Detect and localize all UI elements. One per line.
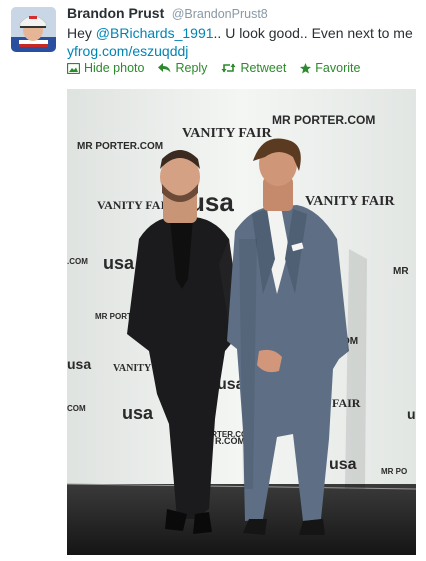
backdrop-logo: VANITY FAIR [97, 198, 174, 212]
user-handle[interactable]: @BrandonPrust8 [172, 7, 268, 21]
hide-photo-label: Hide photo [84, 61, 145, 75]
photo-icon [67, 62, 80, 74]
tweet-text: Hey @BRichards_1991.. U look good.. Even… [67, 24, 417, 60]
backdrop-logo: MR PORTER.COM [272, 113, 375, 127]
backdrop-logo: usa [103, 253, 135, 273]
photo-scene: MR PORTER.COM VANITY FAIR MR PORTER.COM … [67, 89, 416, 555]
avatar[interactable] [11, 7, 56, 52]
avatar-image [11, 7, 56, 52]
favorite-label: Favorite [315, 61, 361, 75]
backdrop-logo: VANITY FAIR [305, 194, 395, 209]
photo-url-link[interactable]: yfrog.com/eszuqddj [67, 43, 188, 59]
tweet-header: Brandon Prust @BrandonPrust8 [67, 5, 268, 23]
reply-label: Reply [175, 61, 208, 75]
backdrop-logo: usa [407, 406, 416, 422]
backdrop-logo: VANITY [113, 363, 152, 374]
retweet-icon [221, 63, 236, 73]
backdrop-logo: MR PO [381, 467, 407, 476]
backdrop-logo: COM [67, 404, 86, 413]
reply-icon [158, 63, 171, 73]
backdrop-logo: usa [67, 356, 91, 372]
mention-link[interactable]: @BRichards_1991 [96, 25, 214, 41]
star-icon [300, 62, 312, 74]
tweet-photo[interactable]: MR PORTER.COM VANITY FAIR MR PORTER.COM … [67, 89, 416, 555]
backdrop-logo: VANITY FAIR [182, 126, 272, 141]
favorite-button[interactable]: Favorite [300, 61, 360, 75]
backdrop-logo: MR [393, 266, 409, 277]
user-display-name[interactable]: Brandon Prust [67, 5, 164, 21]
retweet-button[interactable]: Retweet [221, 61, 286, 75]
reply-button[interactable]: Reply [158, 61, 207, 75]
backdrop-logo: usa [122, 403, 154, 423]
tweet-text-start: Hey [67, 25, 96, 41]
retweet-label: Retweet [240, 61, 287, 75]
hide-photo-button[interactable]: Hide photo [67, 61, 144, 75]
backdrop-logo: .COM [67, 257, 88, 266]
tweet-text-end: .. U look good.. Even next to me [213, 25, 413, 41]
tweet-actions: Hide photo Reply Retweet Favorite [67, 61, 360, 75]
backdrop-logo: MR PORTER.COM [77, 141, 163, 152]
